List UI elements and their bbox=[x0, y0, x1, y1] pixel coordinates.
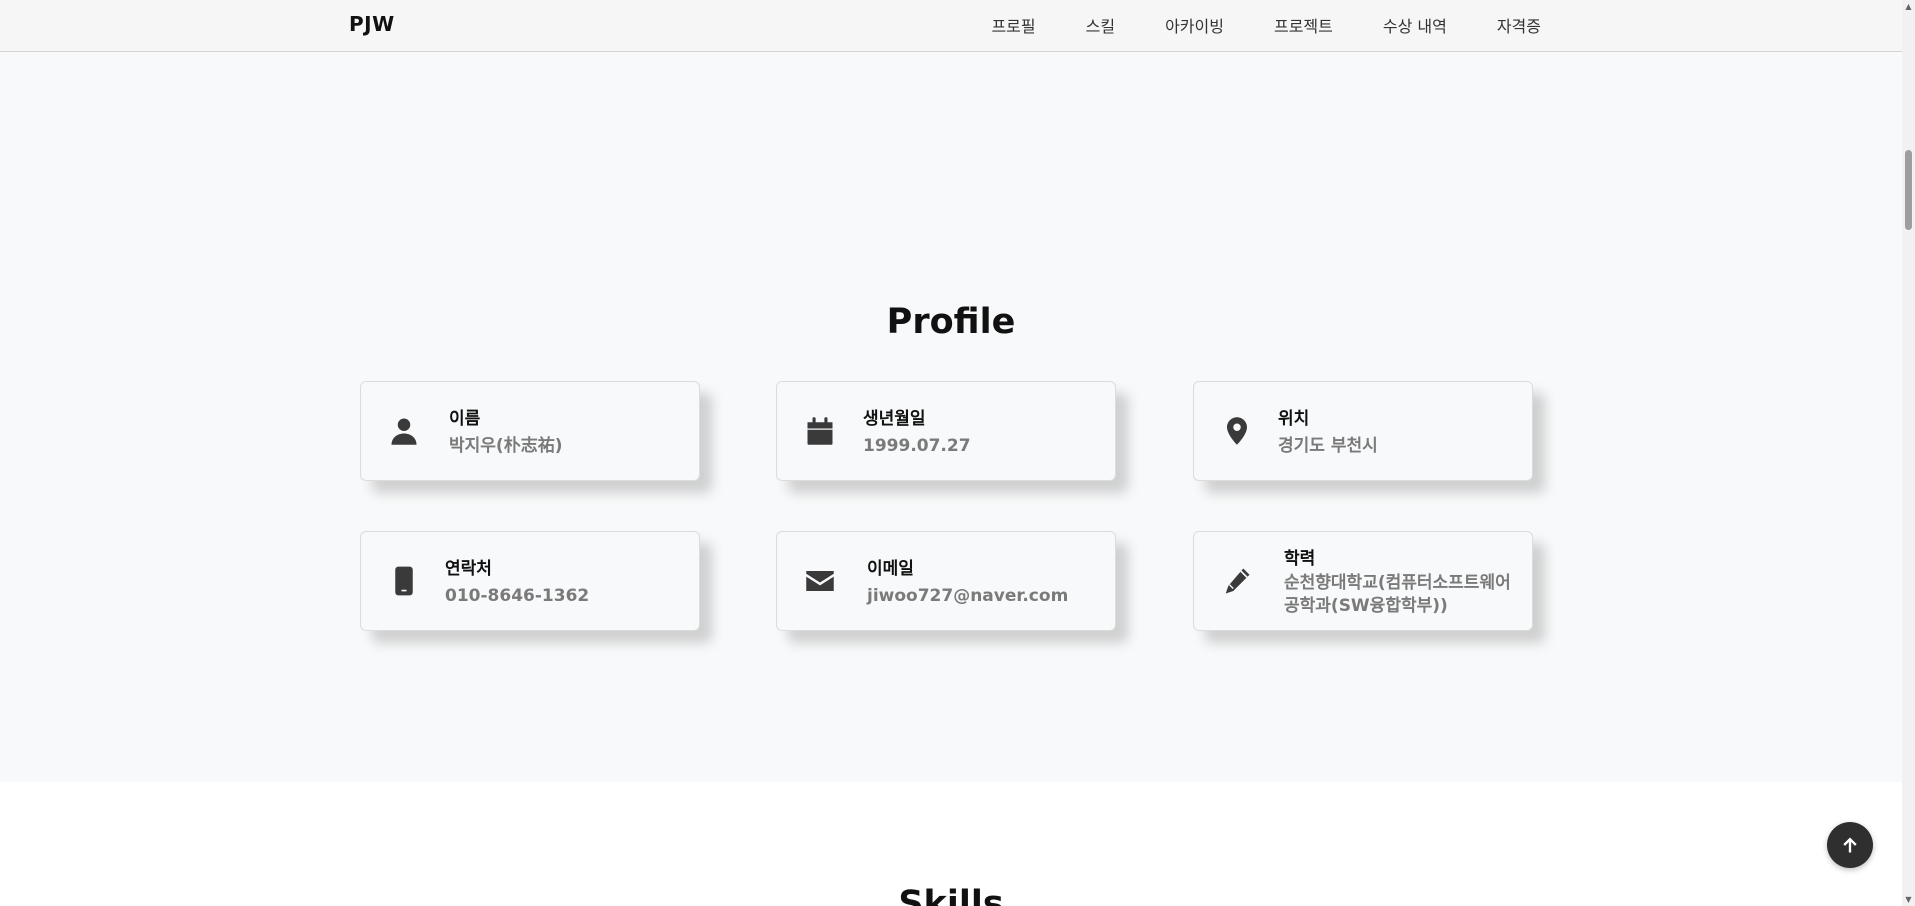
mobile-phone-icon bbox=[389, 563, 419, 599]
card-label: 연락처 bbox=[445, 559, 492, 579]
profile-card-education: 학력 순천향대학교(컴퓨터소프트웨어공학과(SW융합학부)) bbox=[1193, 531, 1533, 631]
card-label: 생년월일 bbox=[863, 409, 926, 429]
nav-item-awards[interactable]: 수상 내역 bbox=[1383, 13, 1447, 37]
page-scrollbar[interactable]: ▲ ▼ bbox=[1902, 0, 1915, 906]
nav-item-profile[interactable]: 프로필 bbox=[991, 13, 1035, 37]
profile-card-birthdate: 생년월일 1999.07.27 bbox=[776, 381, 1116, 481]
card-label: 학력 bbox=[1284, 549, 1316, 569]
profile-card-email: 이메일 jiwoo727@naver.com bbox=[776, 531, 1116, 631]
location-pin-icon bbox=[1222, 413, 1252, 449]
scroll-to-top-button[interactable] bbox=[1827, 822, 1873, 868]
nav-item-projects[interactable]: 프로젝트 bbox=[1274, 13, 1333, 37]
person-icon bbox=[389, 413, 419, 449]
nav-item-certificates[interactable]: 자격증 bbox=[1497, 13, 1541, 37]
profile-card-name: 이름 박지우(朴志祐) bbox=[360, 381, 700, 481]
nav-item-archiving[interactable]: 아카이빙 bbox=[1165, 13, 1224, 37]
calendar-icon bbox=[805, 413, 835, 449]
section-title-profile: Profile bbox=[886, 302, 1016, 342]
scrollbar-thumb[interactable] bbox=[1905, 150, 1912, 230]
card-label: 이름 bbox=[449, 409, 481, 429]
profile-card-phone: 연락처 010-8646-1362 bbox=[360, 531, 700, 631]
card-value: 순천향대학교(컴퓨터소프트웨어공학과(SW융합학부)) bbox=[1284, 573, 1511, 616]
card-value: 경기도 부천시 bbox=[1278, 436, 1378, 456]
scroll-up-arrow-icon[interactable]: ▲ bbox=[1902, 0, 1915, 13]
profile-card-location: 위치 경기도 부천시 bbox=[1193, 381, 1533, 481]
arrow-up-icon bbox=[1840, 835, 1860, 855]
card-value: 010-8646-1362 bbox=[445, 586, 590, 606]
main-nav: 프로필 스킬 아카이빙 프로젝트 수상 내역 자격증 bbox=[991, 13, 1541, 37]
navbar: PJW 프로필 스킬 아카이빙 프로젝트 수상 내역 자격증 bbox=[0, 0, 1902, 52]
envelope-icon bbox=[805, 563, 835, 599]
card-label: 이메일 bbox=[867, 559, 914, 579]
card-value: 1999.07.27 bbox=[863, 436, 971, 456]
card-value: 박지우(朴志祐) bbox=[449, 436, 563, 456]
profile-section: Profile 이름 박지우(朴志祐) 생년월일 1999.07.27 위치 경… bbox=[0, 52, 1902, 782]
pencil-icon bbox=[1222, 563, 1252, 599]
nav-item-skills[interactable]: 스킬 bbox=[1086, 13, 1115, 37]
card-label: 위치 bbox=[1278, 409, 1310, 429]
section-title-skills: Skills bbox=[898, 884, 1004, 906]
brand-logo[interactable]: PJW bbox=[349, 12, 395, 36]
card-value: jiwoo727@naver.com bbox=[867, 586, 1069, 606]
skills-section: Skills bbox=[0, 782, 1902, 906]
scroll-down-arrow-icon[interactable]: ▼ bbox=[1902, 893, 1915, 906]
